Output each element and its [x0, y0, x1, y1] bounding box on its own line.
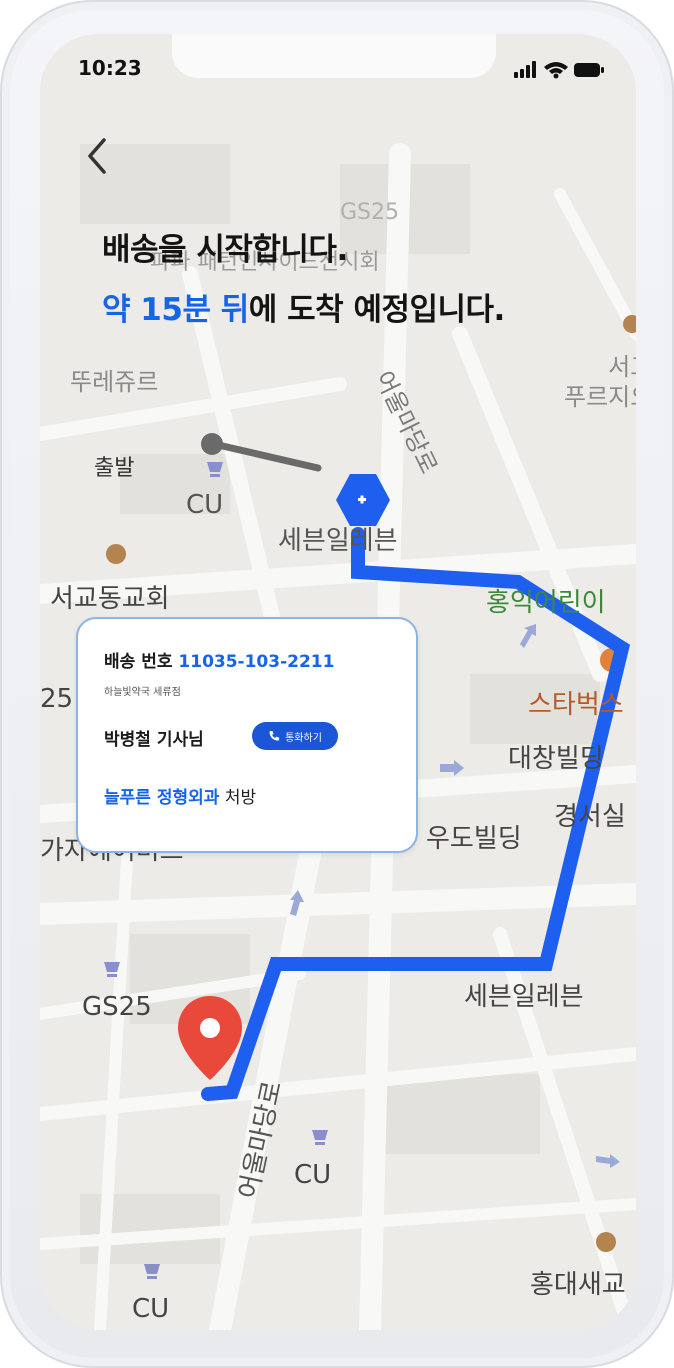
map-label-cu-bottom: CU	[132, 1294, 170, 1324]
signal-icon	[514, 61, 536, 78]
map-label-kindergarten: 홍익어린이	[486, 588, 606, 618]
screen: 파파 패턴인사이드전시회 GS25 뚜레쥬르 어울마당로 서교 푸르지오 출발 …	[40, 34, 636, 1330]
map-label-hongdae: 홍대새교	[530, 1270, 626, 1300]
map-label-start: 출발	[94, 456, 135, 481]
map-label-daechang: 대창빌딩	[508, 744, 604, 774]
delivery-number-label: 배송 번호	[104, 652, 173, 672]
map-label-udo: 우도빌딩	[426, 824, 522, 854]
title-line-1: 배송을 시작합니다.	[102, 232, 348, 268]
map-label-cu-top: CU	[186, 490, 224, 520]
phone-icon	[269, 731, 280, 741]
map-label-gyeongseo: 경서실	[554, 802, 626, 832]
call-button-label: 통화하기	[285, 732, 322, 744]
map-label-25: 25	[40, 684, 74, 714]
map-label-cu-mid: CU	[294, 1160, 332, 1190]
start-point-marker	[201, 433, 223, 455]
delivery-info-card: 배송 번호 11035-103-2211 하늘빛약국 세류점 박병철 기사님 통…	[76, 617, 418, 853]
battery-icon	[574, 63, 604, 77]
map-label-seven-bottom: 세븐일레븐	[464, 982, 584, 1012]
prescription-row: 늘푸른 정형외과 처방	[104, 783, 256, 808]
call-button[interactable]: 통화하기	[252, 722, 338, 750]
map-label-gs25-left: GS25	[82, 992, 152, 1022]
eta-highlight: 약 15분 뒤	[102, 292, 249, 328]
notch	[172, 34, 496, 78]
driver-name: 박병철 기사님	[104, 730, 204, 750]
map-label-ttureju: 뚜레쥬르	[70, 368, 159, 396]
page-title: 배송을 시작합니다. 약 15분 뒤에 도착 예정입니다.	[102, 220, 505, 340]
delivery-number-value: 11035-103-2211	[178, 652, 335, 672]
back-arrow-icon[interactable]	[80, 134, 120, 178]
pharmacy-name: 하늘빛약국 세류점	[104, 687, 181, 698]
status-icons	[514, 61, 604, 79]
title-line-2: 약 15분 뒤에 도착 예정입니다.	[102, 280, 505, 340]
wifi-icon	[544, 62, 568, 79]
map-label-church: 서교동교회	[50, 584, 170, 614]
map-label-starbucks: 스타벅스	[528, 690, 624, 720]
delivery-number-row: 배송 번호 11035-103-2211	[104, 647, 334, 672]
prescription-suffix: 처방	[224, 788, 257, 808]
map-label-seven-top: 세븐일레븐	[278, 526, 398, 556]
hospital-name: 늘푸른 정형외과	[104, 788, 220, 808]
status-time: 10:23	[78, 56, 142, 80]
map-label-prugio: 서교 푸르지오	[564, 353, 636, 411]
eta-rest: 에 도착 예정입니다.	[248, 292, 506, 328]
status-bar: 10:23	[40, 34, 636, 114]
